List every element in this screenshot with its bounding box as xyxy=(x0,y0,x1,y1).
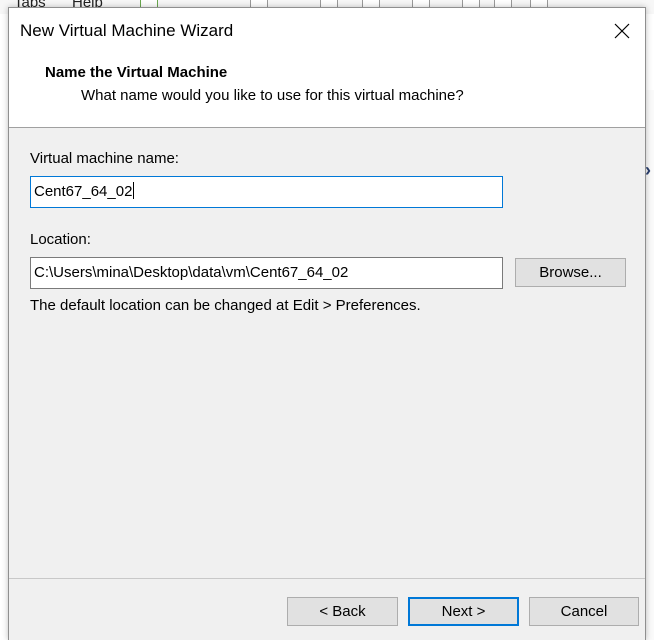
location-input[interactable]: C:\Users\mina\Desktop\data\vm\Cent67_64_… xyxy=(30,257,503,289)
dialog-titlebar[interactable]: New Virtual Machine Wizard xyxy=(9,8,645,54)
vm-name-input[interactable]: Cent67_64_02 xyxy=(30,176,503,208)
header-subtitle: What name would you like to use for this… xyxy=(81,87,464,104)
location-label: Location: xyxy=(30,231,91,248)
browse-button[interactable]: Browse... xyxy=(515,258,626,287)
back-button[interactable]: < Back xyxy=(287,597,398,626)
cancel-button[interactable]: Cancel xyxy=(529,597,639,626)
close-icon xyxy=(614,23,630,39)
text-caret xyxy=(133,182,135,199)
next-button[interactable]: Next > xyxy=(408,597,519,626)
dialog-title: New Virtual Machine Wizard xyxy=(20,21,234,40)
location-value: C:\Users\mina\Desktop\data\vm\Cent67_64_… xyxy=(34,264,349,281)
location-hint: The default location can be changed at E… xyxy=(30,297,421,314)
wizard-header: Name the Virtual Machine What name would… xyxy=(9,54,645,128)
vm-name-label: Virtual machine name: xyxy=(30,150,179,167)
close-button[interactable] xyxy=(599,8,645,54)
vm-name-value: Cent67_64_02 xyxy=(34,183,133,200)
new-vm-wizard-dialog: New Virtual Machine Wizard Name the Virt… xyxy=(8,7,646,640)
header-title: Name the Virtual Machine xyxy=(45,64,228,81)
footer-divider xyxy=(9,578,645,579)
